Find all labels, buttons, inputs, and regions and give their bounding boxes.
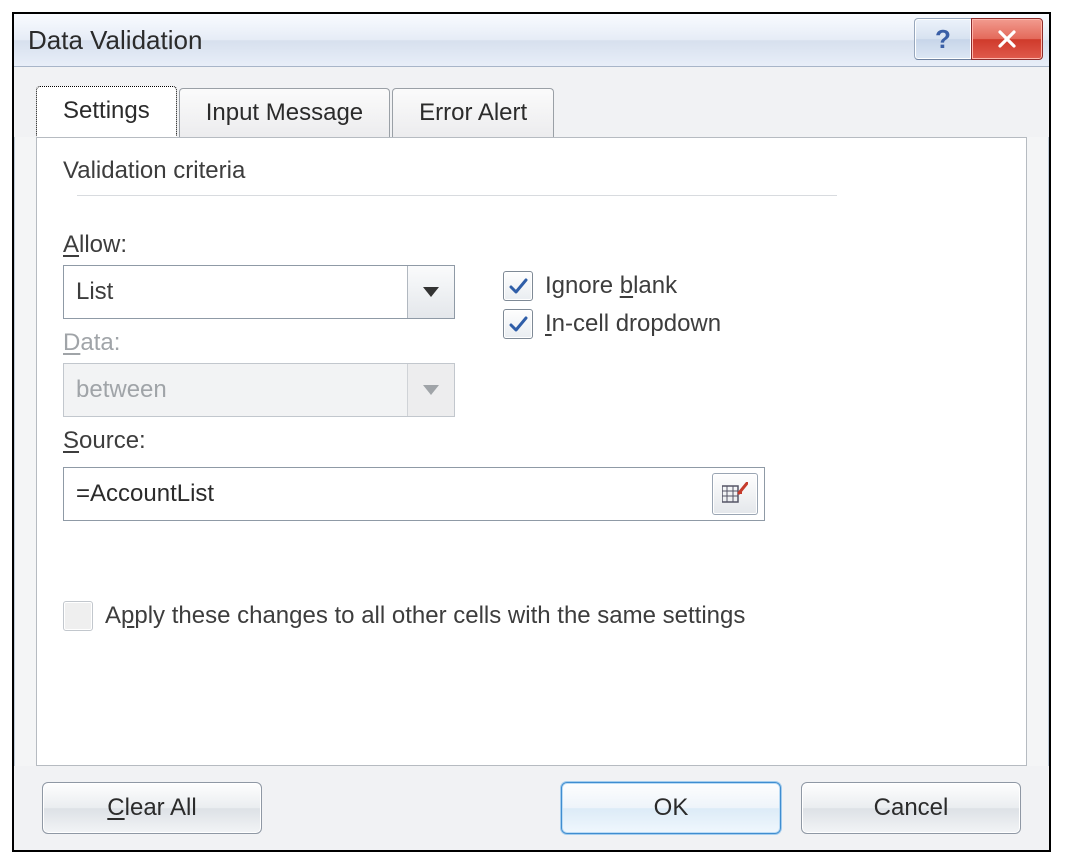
data-combo: between [63,363,455,417]
ignore-blank-checkbox[interactable] [503,271,533,301]
allow-dropdown-button[interactable] [407,266,454,318]
apply-all-label: Apply these changes to all other cells w… [105,602,745,630]
dialog-title: Data Validation [28,25,202,56]
data-validation-dialog: Data Validation ? Settings Input Message… [12,12,1051,852]
data-value: between [64,376,407,404]
chevron-down-icon [423,287,439,297]
apply-all-checkbox [63,601,93,631]
source-label: Source: [63,427,503,455]
ignore-blank-label: Ignore blank [545,272,677,300]
close-button[interactable] [971,18,1043,60]
refedit-collapse-button[interactable] [712,473,758,515]
data-dropdown-button [407,364,454,416]
source-input[interactable]: =AccountList [63,467,765,521]
in-cell-dropdown-checkbox[interactable] [503,309,533,339]
in-cell-dropdown-row[interactable]: In-cell dropdown [503,309,1000,339]
source-value: =AccountList [64,480,712,508]
allow-label: Allow: [63,231,503,259]
chevron-down-icon [423,385,439,395]
validation-criteria-group-label: Validation criteria [63,157,1000,213]
tab-underline [36,137,1027,138]
ok-button[interactable]: OK [561,782,781,834]
dialog-client-area: Validation criteria Allow: List Data: be… [36,137,1027,766]
help-button[interactable]: ? [914,18,972,60]
help-icon: ? [935,24,951,55]
tab-error-alert[interactable]: Error Alert [392,88,554,137]
titlebar[interactable]: Data Validation ? [14,14,1049,67]
tab-label: Settings [63,97,150,125]
apply-all-row: Apply these changes to all other cells w… [63,601,1000,631]
data-label: Data: [63,329,503,357]
button-label: Clear All [107,794,196,822]
clear-all-button[interactable]: Clear All [42,782,262,834]
button-label: Cancel [874,794,949,822]
button-bar: Clear All OK Cancel [14,766,1049,850]
criteria-row: Allow: List Data: between [63,221,1000,461]
tab-input-message[interactable]: Input Message [179,88,390,137]
titlebar-controls: ? [914,18,1043,60]
criteria-left-col: Allow: List Data: between [63,221,503,461]
in-cell-dropdown-label: In-cell dropdown [545,310,721,338]
tab-settings[interactable]: Settings [36,86,177,137]
allow-combo[interactable]: List [63,265,455,319]
criteria-right-col: Ignore blank In-cell dropdown [503,221,1000,347]
tabstrip: Settings Input Message Error Alert [14,67,1049,137]
tab-label: Error Alert [419,99,527,127]
tab-label: Input Message [206,99,363,127]
allow-value: List [64,278,407,306]
button-label: OK [654,794,689,822]
ignore-blank-row[interactable]: Ignore blank [503,271,1000,301]
refedit-icon [722,482,748,506]
close-icon [996,28,1018,50]
cancel-button[interactable]: Cancel [801,782,1021,834]
